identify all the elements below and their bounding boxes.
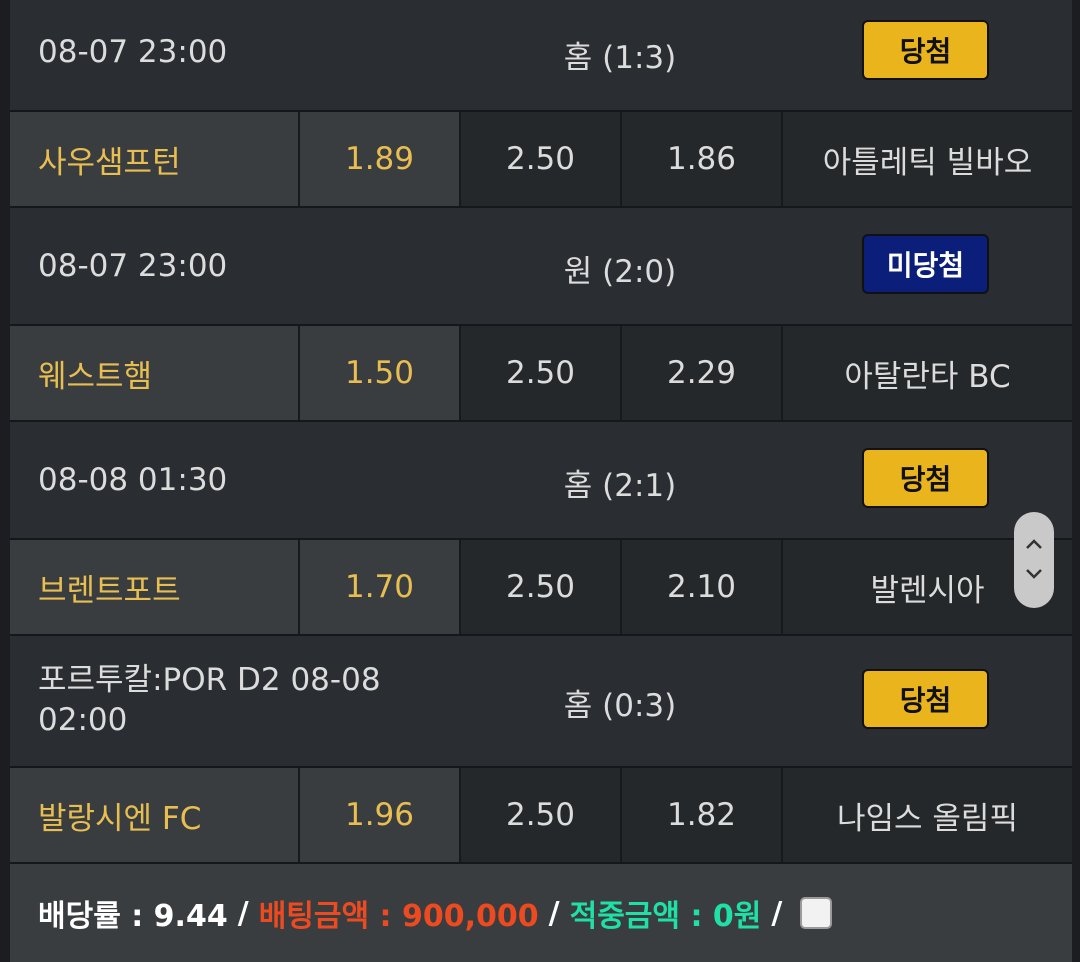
match-result: 홈 (2:1)	[563, 468, 677, 504]
bet-info-row: 포르투칼:POR D2 08-08 02:00 홈 (0:3) 당첨	[10, 636, 1072, 768]
away-team-name[interactable]: 나임스 올림픽	[783, 768, 1072, 862]
home-team-name[interactable]: 발랑시엔 FC	[10, 768, 300, 862]
home-odds[interactable]: 1.96	[300, 768, 461, 862]
match-result: 홈 (0:3)	[563, 688, 677, 724]
odds-row: 웨스트햄 1.50 2.50 2.29 아탈란타 BC	[10, 326, 1072, 422]
away-team-name[interactable]: 아틀레틱 빌바오	[783, 112, 1072, 206]
draw-odds[interactable]: 2.50	[461, 112, 622, 206]
status-badge-lose: 미당첨	[862, 234, 989, 294]
bet-summary: 배당률 : 9.44 / 배팅금액 : 900,000 / 적중금액 : 0원 …	[10, 864, 1072, 962]
draw-odds[interactable]: 2.50	[461, 768, 622, 862]
draw-odds[interactable]: 2.50	[461, 326, 622, 420]
bet-history-panel: 08-07 23:00 홈 (1:3) 당첨 사우샘프턴 1.89 2.50 1…	[10, 0, 1072, 962]
home-team-name[interactable]: 사우샘프턴	[10, 112, 300, 206]
home-team-name[interactable]: 웨스트햄	[10, 326, 300, 420]
bet-info-row: 08-08 01:30 홈 (2:1) 당첨	[10, 422, 1072, 540]
home-team-name[interactable]: 브렌트포트	[10, 540, 300, 634]
home-odds[interactable]: 1.89	[300, 112, 461, 206]
home-odds[interactable]: 1.50	[300, 326, 461, 420]
home-odds[interactable]: 1.70	[300, 540, 461, 634]
win-amount: 적중금액 : 0원	[569, 899, 762, 934]
match-datetime-line2: 02:00	[38, 702, 128, 738]
match-datetime: 08-08 01:30	[38, 462, 228, 498]
bet-info-row: 08-07 23:00 원 (2:0) 미당첨	[10, 208, 1072, 326]
status-badge-win: 당첨	[862, 20, 989, 80]
chevron-up-icon[interactable]	[1024, 530, 1044, 560]
draw-odds[interactable]: 2.50	[461, 540, 622, 634]
match-datetime: 08-07 23:00	[38, 34, 228, 70]
odds-row: 브렌트포트 1.70 2.50 2.10 발렌시아	[10, 540, 1072, 636]
scroll-control[interactable]	[1014, 512, 1054, 608]
match-datetime: 08-07 23:00	[38, 248, 228, 284]
away-odds[interactable]: 1.82	[622, 768, 783, 862]
chevron-down-icon[interactable]	[1024, 560, 1044, 590]
odds-row: 발랑시엔 FC 1.96 2.50 1.82 나임스 올림픽	[10, 768, 1072, 864]
separator: /	[771, 895, 783, 931]
away-odds[interactable]: 2.29	[622, 326, 783, 420]
match-result: 홈 (1:3)	[563, 40, 677, 76]
bet-amount: 배팅금액 : 900,000	[258, 899, 539, 934]
match-datetime-line1: 포르투칼:POR D2 08-08	[38, 662, 381, 698]
select-checkbox[interactable]	[800, 897, 833, 929]
away-team-name[interactable]: 아탈란타 BC	[783, 326, 1072, 420]
separator: /	[237, 895, 249, 931]
status-badge-win: 당첨	[862, 448, 989, 508]
total-odds: 배당률 : 9.44	[38, 899, 228, 934]
odds-row: 사우샘프턴 1.89 2.50 1.86 아틀레틱 빌바오	[10, 112, 1072, 208]
bet-info-row: 08-07 23:00 홈 (1:3) 당첨	[10, 0, 1072, 112]
separator: /	[548, 895, 560, 931]
match-result: 원 (2:0)	[563, 254, 677, 290]
status-badge-win: 당첨	[862, 669, 989, 729]
away-odds[interactable]: 2.10	[622, 540, 783, 634]
away-odds[interactable]: 1.86	[622, 112, 783, 206]
